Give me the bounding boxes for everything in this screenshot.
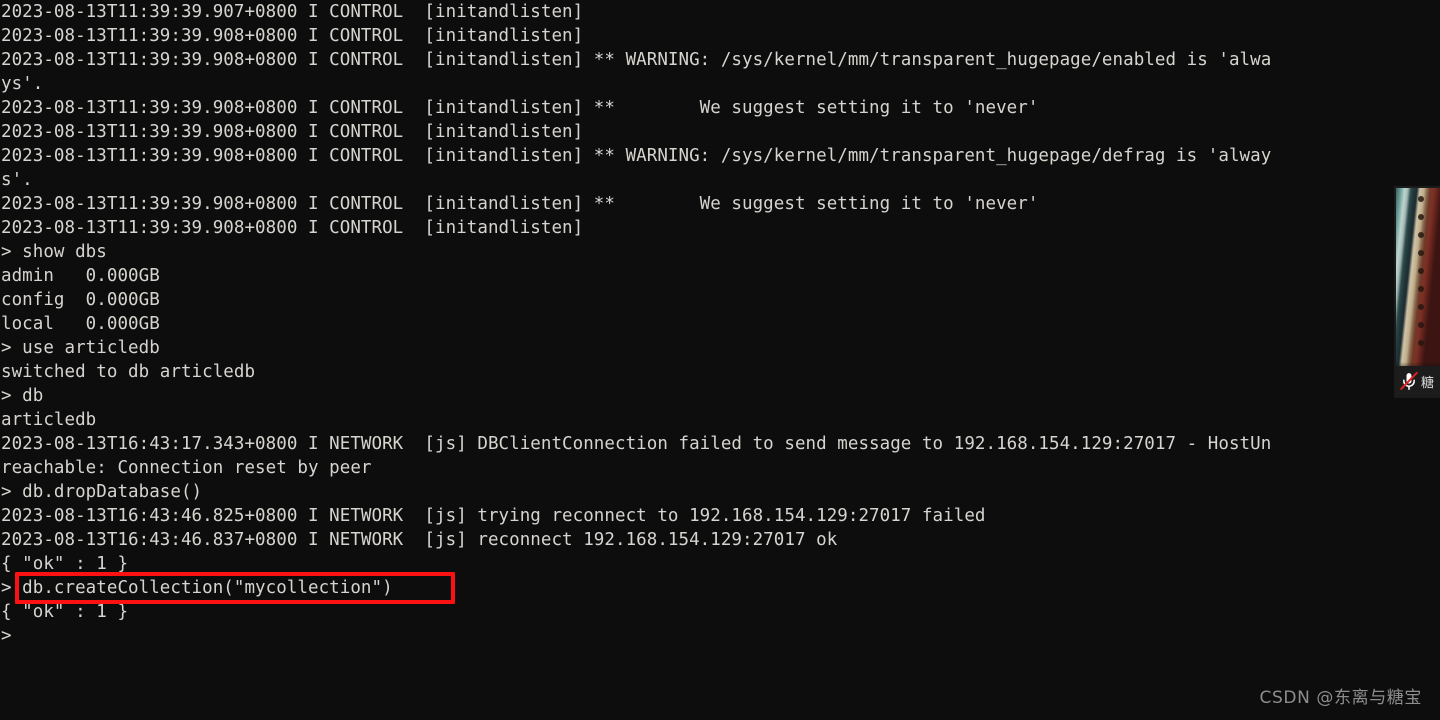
terminal-line: s'. [1, 170, 33, 190]
terminal-line: 2023-08-13T11:39:39.907+0800 I CONTROL [… [1, 2, 584, 22]
terminal-line: 2023-08-13T11:39:39.908+0800 I CONTROL [… [1, 122, 584, 142]
terminal-line: ys'. [1, 74, 44, 94]
terminal-line: 2023-08-13T11:39:39.908+0800 I CONTROL [… [1, 218, 584, 238]
terminal-line: > show dbs [1, 242, 107, 262]
terminal-line: { "ok" : 1 } [1, 602, 129, 622]
terminal-output[interactable]: 2023-08-13T11:39:39.907+0800 I CONTROL [… [0, 0, 1440, 720]
terminal-line: 2023-08-13T11:39:39.908+0800 I CONTROL [… [1, 50, 1272, 70]
terminal-line: config 0.000GB [1, 290, 160, 310]
terminal-line: reachable: Connection reset by peer [1, 458, 372, 478]
terminal-line: switched to db articledb [1, 362, 256, 382]
terminal-line: > db.dropDatabase() [1, 482, 203, 502]
csdn-watermark: CSDN @东离与糖宝 [1259, 688, 1422, 708]
terminal-line: articledb [1, 410, 97, 430]
terminal-line: > [1, 626, 12, 646]
terminal-line: local 0.000GB [1, 314, 160, 334]
terminal-line: > use articledb [1, 338, 160, 358]
participant-label: 糖 [1421, 375, 1435, 391]
terminal-screen: 2023-08-13T11:39:39.907+0800 I CONTROL [… [0, 0, 1440, 720]
video-feed-detail [1418, 194, 1428, 364]
video-call-thumbnail[interactable]: 糖 [1394, 186, 1440, 398]
terminal-line: 2023-08-13T11:39:39.908+0800 I CONTROL [… [1, 194, 1039, 214]
microphone-muted-icon[interactable] [1398, 370, 1420, 392]
terminal-line: 2023-08-13T16:43:46.825+0800 I NETWORK [… [1, 506, 986, 526]
video-thumbnail-statusbar: 糖 [1396, 366, 1440, 396]
terminal-line: 2023-08-13T11:39:39.908+0800 I CONTROL [… [1, 26, 584, 46]
terminal-line: > db [1, 386, 44, 406]
terminal-line: { "ok" : 1 } [1, 554, 129, 574]
terminal-line: 2023-08-13T16:43:46.837+0800 I NETWORK [… [1, 530, 838, 550]
terminal-line: 2023-08-13T11:39:39.908+0800 I CONTROL [… [1, 146, 1272, 166]
terminal-line: > db.createCollection("mycollection") [1, 578, 393, 598]
terminal-line: admin 0.000GB [1, 266, 160, 286]
terminal-line: 2023-08-13T11:39:39.908+0800 I CONTROL [… [1, 98, 1039, 118]
terminal-line: 2023-08-13T16:43:17.343+0800 I NETWORK [… [1, 434, 1272, 454]
